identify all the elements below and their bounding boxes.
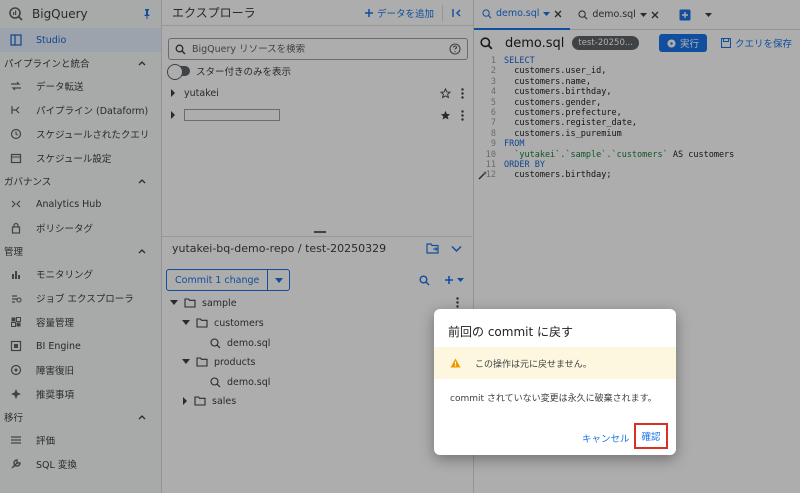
- modal-overlay[interactable]: [0, 0, 800, 493]
- dialog-title: 前回の commit に戻す: [448, 325, 573, 339]
- dialog-message: commit されていない変更は永久に破棄されます。: [450, 394, 657, 404]
- confirm-button[interactable]: 確認: [634, 423, 668, 449]
- revert-commit-dialog: 前回の commit に戻す この操作は元に戻せません。 commit されてい…: [434, 309, 676, 455]
- warning-text: この操作は元に戻せません。: [475, 359, 592, 370]
- warning-banner: この操作は元に戻せません。: [434, 347, 676, 379]
- warning-icon: [450, 358, 461, 368]
- cancel-button[interactable]: キャンセル: [582, 431, 630, 445]
